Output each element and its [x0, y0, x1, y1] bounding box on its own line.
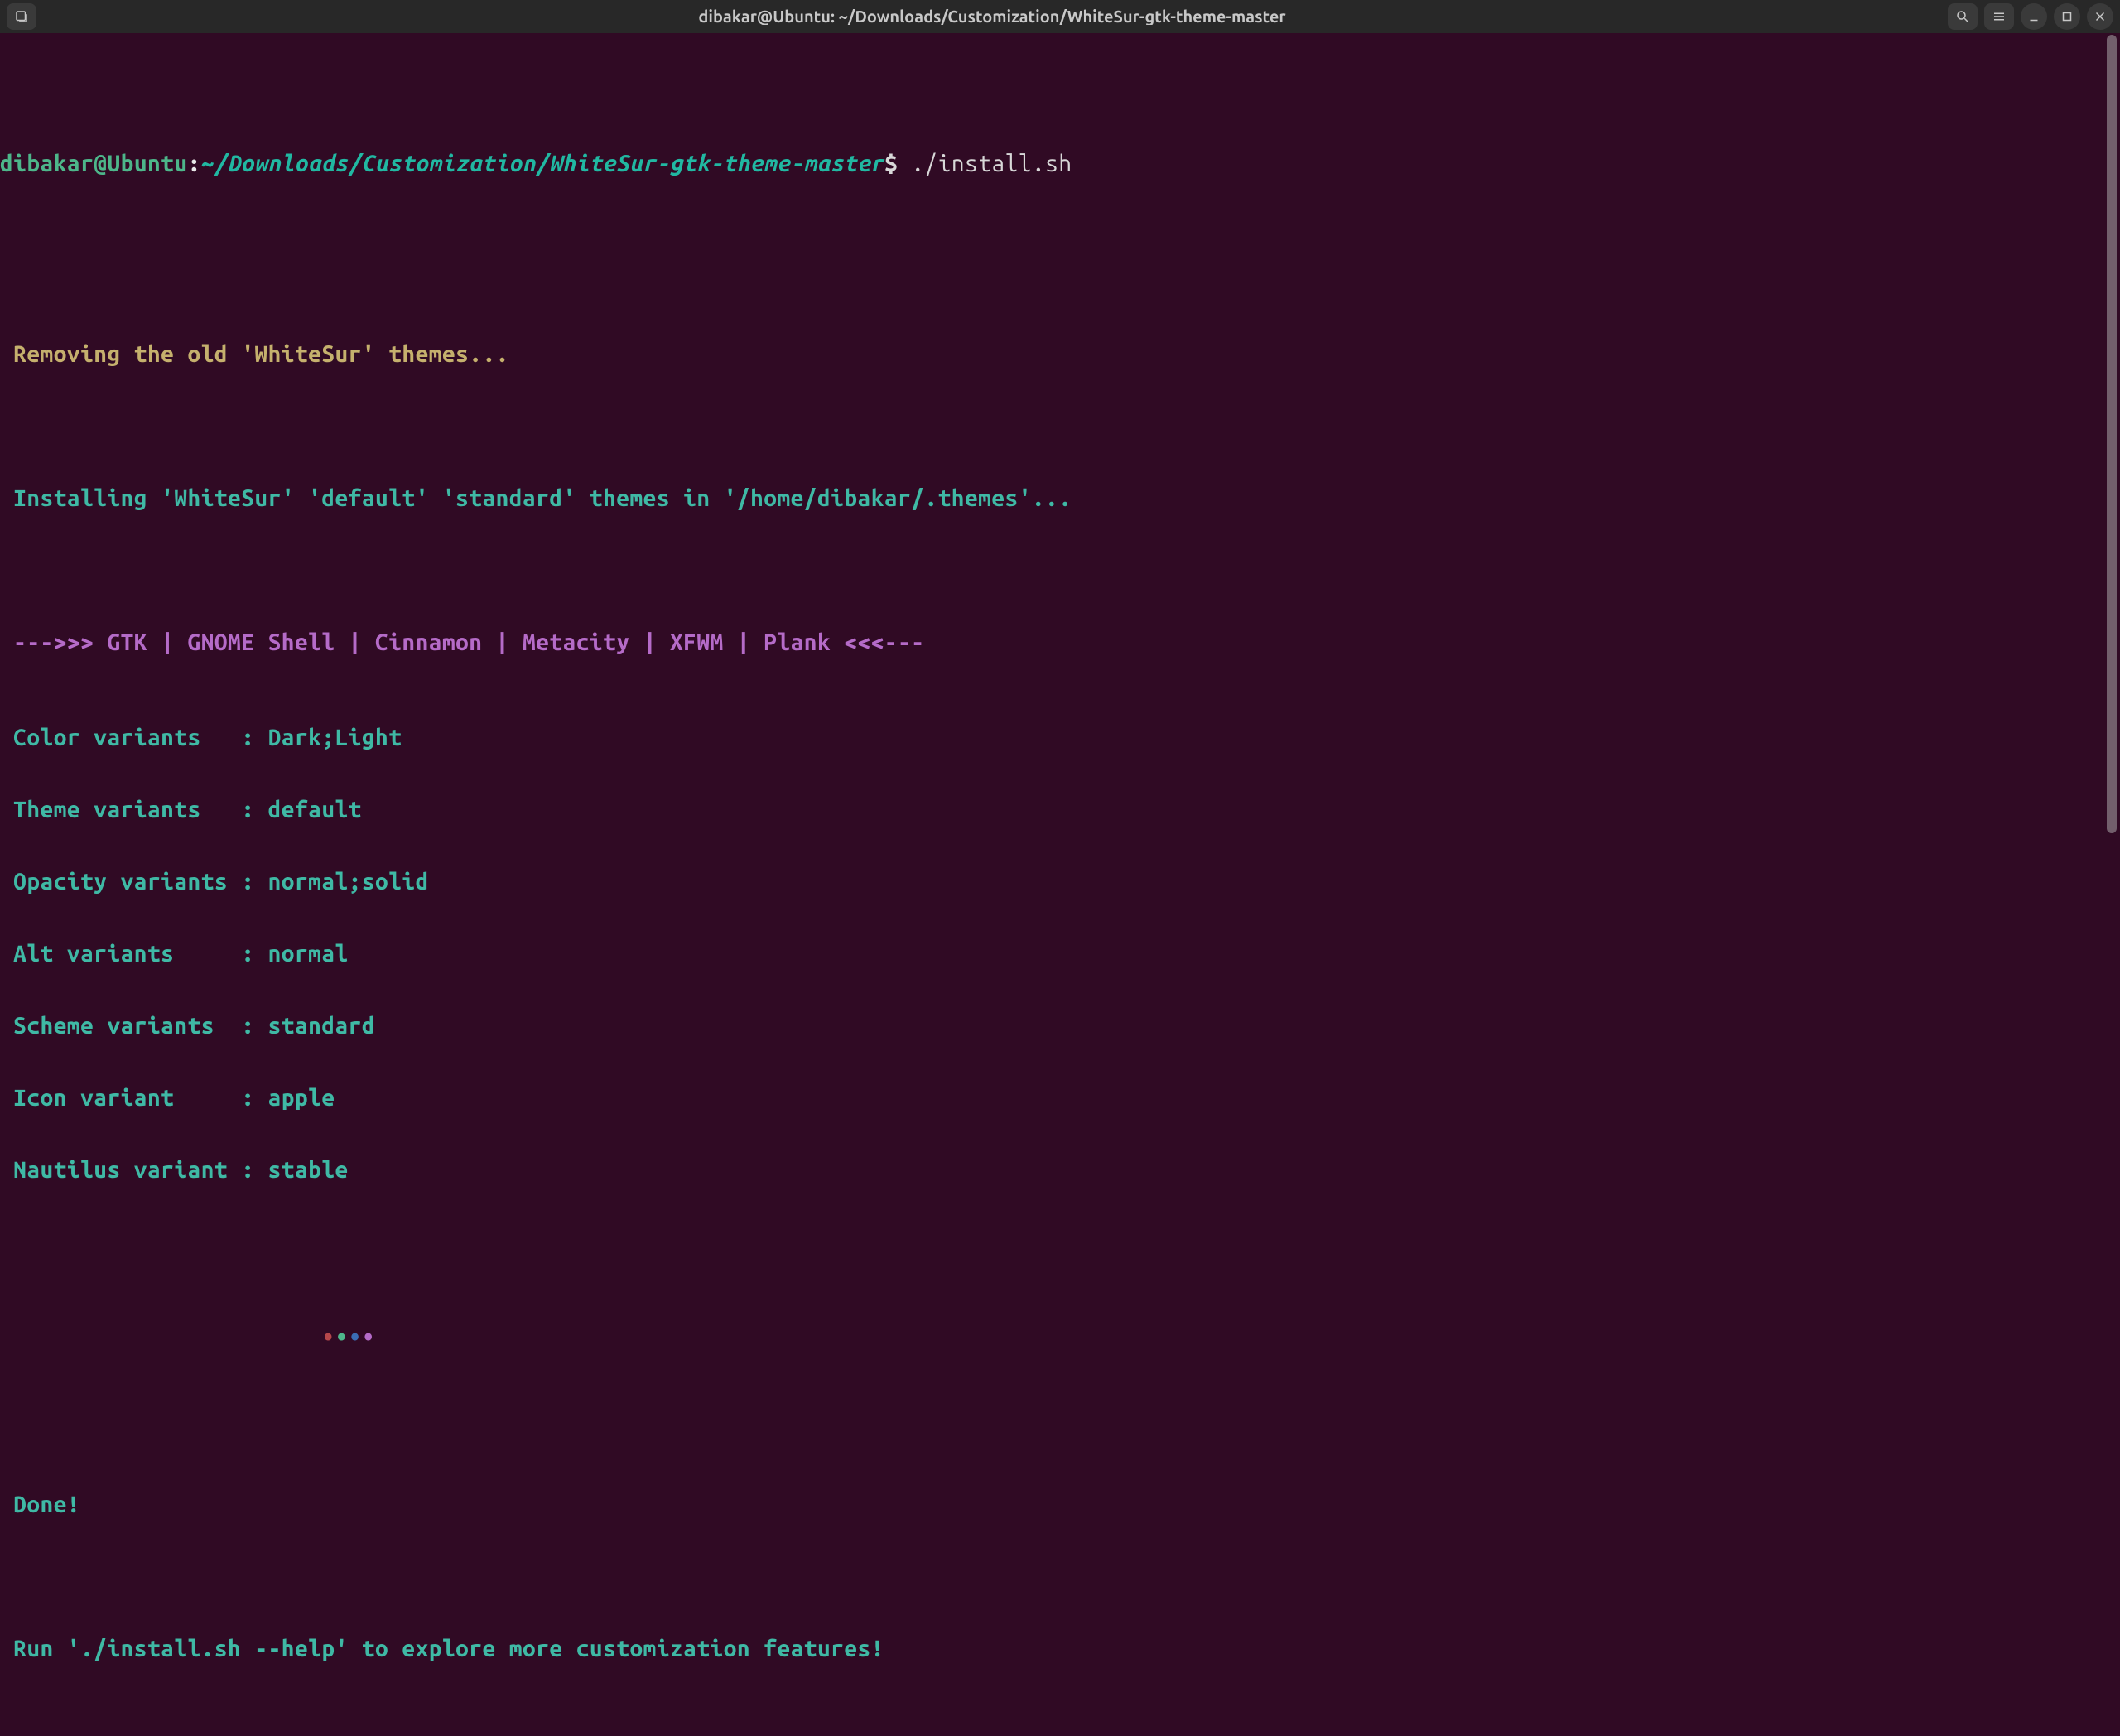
output-text: --->>> GTK | GNOME Shell | Cinnamon | Me…: [0, 631, 924, 654]
prompt-dollar: $: [884, 152, 898, 176]
output-key: Scheme variants :: [0, 1015, 254, 1038]
prompt-sep: /: [214, 152, 228, 176]
output-text: Done!: [0, 1493, 80, 1517]
dots-pad: [0, 1326, 321, 1349]
output-line: Run './install.sh --help' to explore mor…: [0, 1637, 2120, 1663]
command-text: ./install.sh: [898, 152, 1072, 176]
titlebar: dibakar@Ubuntu: ~/Downloads/Customizatio…: [0, 0, 2120, 33]
dot-icon: •: [362, 1326, 375, 1349]
close-button[interactable]: [2087, 3, 2113, 30]
output-line: Removing the old 'WhiteSur' themes...: [0, 343, 2120, 369]
menu-button[interactable]: [1984, 3, 2014, 30]
prompt-path-seg: Customization: [362, 152, 536, 176]
dot-icon: •: [335, 1326, 349, 1349]
scrollbar-thumb[interactable]: [2107, 35, 2117, 833]
output-key: Icon variant :: [0, 1087, 254, 1110]
output-line: Installing 'WhiteSur' 'default' 'standar…: [0, 487, 2120, 513]
output-text: Removing the old 'WhiteSur' themes...: [0, 343, 509, 366]
terminal-pane[interactable]: dibakar@Ubuntu:~/Downloads/Customization…: [0, 33, 2120, 1736]
dot-icon: •: [321, 1326, 335, 1349]
prompt-path-seg: WhiteSur-gtk-theme-master: [549, 152, 884, 176]
new-tab-button[interactable]: [7, 3, 36, 30]
output-val: normal;solid: [254, 870, 428, 894]
output-line: Scheme variants : standard: [0, 1015, 2120, 1040]
output-text: Installing 'WhiteSur' 'default' 'standar…: [0, 487, 1072, 510]
output-val: standard: [254, 1015, 375, 1038]
output-key: Nautilus variant :: [0, 1159, 254, 1182]
prompt-path-seg: Downloads: [228, 152, 349, 176]
output-line: Done!: [0, 1493, 2120, 1519]
output-text: Run './install.sh --help' to explore mor…: [0, 1637, 884, 1661]
maximize-button[interactable]: [2054, 3, 2080, 30]
prompt-tilde: ~: [201, 152, 214, 176]
output-line: Alt variants : normal: [0, 943, 2120, 968]
blank-line: [0, 248, 2120, 273]
output-val: default: [254, 798, 361, 822]
output-line: Theme variants : default: [0, 798, 2120, 824]
window-title: dibakar@Ubuntu: ~/Downloads/Customizatio…: [36, 8, 1948, 25]
output-val: Dark;Light: [254, 726, 402, 750]
prompt-line: dibakar@Ubuntu:~/Downloads/Customization…: [0, 152, 2120, 178]
prompt-sep: /: [536, 152, 549, 176]
output-line: Color variants : Dark;Light: [0, 726, 2120, 752]
output-line: Nautilus variant : stable: [0, 1159, 2120, 1184]
prompt-colon: :: [188, 152, 201, 176]
prompt-sep: /: [349, 152, 362, 176]
prompt-at: @: [94, 152, 107, 176]
output-key: Theme variants :: [0, 798, 254, 822]
blank-line: [0, 559, 2120, 585]
blank-line: [0, 1398, 2120, 1424]
search-button[interactable]: [1948, 3, 1978, 30]
minimize-button[interactable]: [2021, 3, 2047, 30]
blank-line: [0, 415, 2120, 441]
blank-line: [0, 1565, 2120, 1591]
blank-line: [0, 1254, 2120, 1280]
output-key: Color variants :: [0, 726, 254, 750]
progress-dots: ••••: [0, 1326, 2120, 1352]
prompt-user: dibakar: [0, 152, 94, 176]
output-val: normal: [254, 943, 348, 966]
output-key: Opacity variants :: [0, 870, 254, 894]
prompt-host: Ubuntu: [107, 152, 187, 176]
scrollbar-track[interactable]: [2107, 35, 2117, 866]
output-line: Icon variant : apple: [0, 1087, 2120, 1112]
output-val: stable: [254, 1159, 348, 1182]
output-line: --->>> GTK | GNOME Shell | Cinnamon | Me…: [0, 631, 2120, 657]
output-val: apple: [254, 1087, 335, 1110]
output-line: Opacity variants : normal;solid: [0, 870, 2120, 896]
dot-icon: •: [349, 1326, 362, 1349]
output-key: Alt variants :: [0, 943, 254, 966]
